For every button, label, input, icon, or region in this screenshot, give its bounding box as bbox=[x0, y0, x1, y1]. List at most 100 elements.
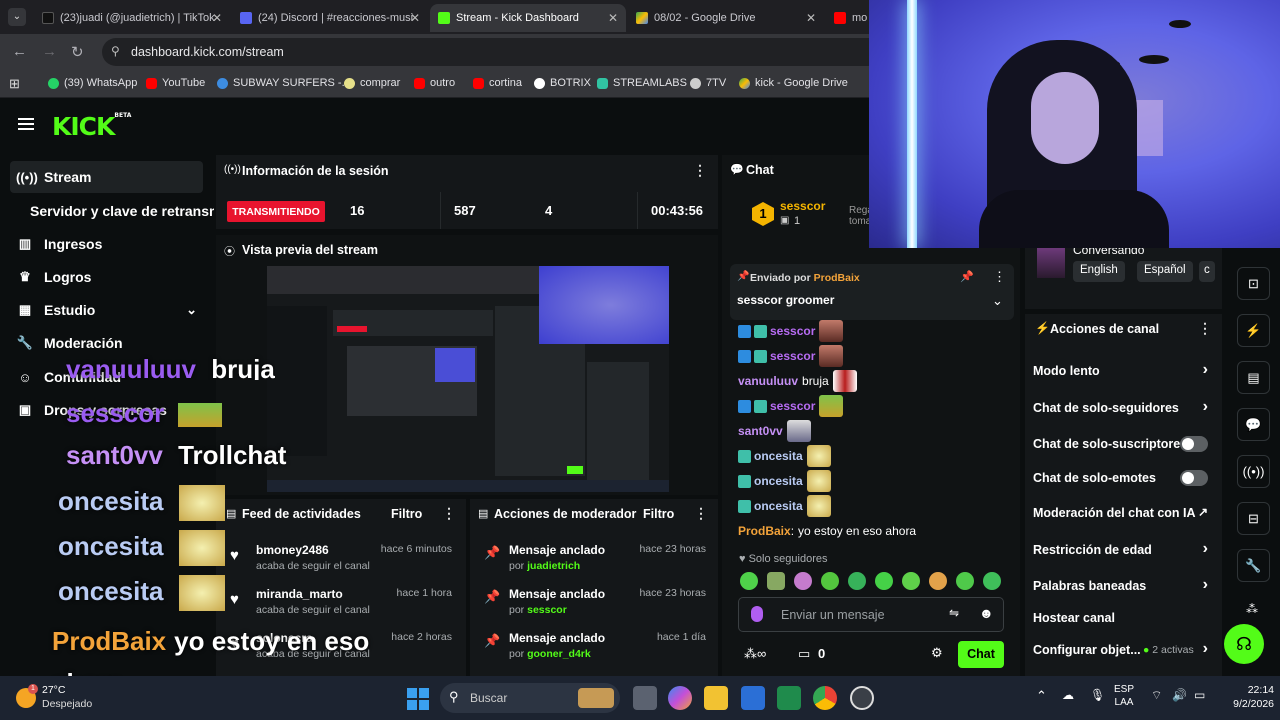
pinned-message[interactable]: 📌 Enviado por ProdBaix 📌 ⋮ sesscor groom… bbox=[730, 264, 1014, 320]
goals-action[interactable]: Configurar objet... ● 2 activas › bbox=[1033, 640, 1218, 657]
bookmark-kick-drive[interactable]: kick - Google Drive bbox=[739, 77, 848, 89]
apps-grid-icon[interactable]: ⊞ bbox=[9, 76, 20, 92]
tab-kick-dashboard[interactable]: Stream - Kick Dashboard ✕ bbox=[430, 4, 626, 32]
bookmark-youtube[interactable]: YouTube bbox=[146, 77, 205, 89]
layout-button[interactable]: ⊟ bbox=[1237, 502, 1270, 535]
slow-mode-action[interactable]: Modo lento › bbox=[1033, 361, 1218, 378]
reload-icon[interactable]: ↻ bbox=[71, 43, 84, 61]
language-tag-english[interactable]: English bbox=[1073, 261, 1125, 282]
translate-icon[interactable]: ⇋ bbox=[949, 606, 959, 620]
start-button[interactable] bbox=[407, 688, 429, 710]
host-channel-action[interactable]: Hostear canal bbox=[1033, 611, 1218, 625]
chat-message[interactable]: sant0vv bbox=[738, 420, 811, 442]
forward-icon[interactable]: → bbox=[42, 43, 57, 60]
banned-words-action[interactable]: Palabras baneadas › bbox=[1033, 576, 1218, 593]
back-icon[interactable]: ← bbox=[12, 43, 27, 60]
ai-moderation-action[interactable]: Moderación del chat con IA ↗ bbox=[1033, 505, 1218, 520]
excel-icon[interactable] bbox=[777, 686, 801, 710]
more-options-icon[interactable]: ⋮ bbox=[1198, 320, 1212, 337]
wifi-icon[interactable]: ⌔ bbox=[1151, 688, 1162, 703]
site-info-icon[interactable]: ⚲ bbox=[111, 44, 120, 58]
tray-mic-icon[interactable]: 🎙 bbox=[1090, 688, 1105, 702]
copilot-icon[interactable] bbox=[668, 686, 692, 710]
chat-message[interactable]: sesscor bbox=[738, 345, 844, 367]
close-icon[interactable]: ✕ bbox=[212, 11, 222, 25]
emote-6[interactable] bbox=[875, 572, 893, 590]
chat-user[interactable]: sesscor bbox=[770, 349, 815, 363]
file-explorer-icon[interactable] bbox=[704, 686, 728, 710]
bookmark-cortina[interactable]: cortina bbox=[473, 77, 522, 89]
chat-user[interactable]: sant0vv bbox=[738, 424, 783, 438]
close-icon[interactable]: ✕ bbox=[608, 11, 618, 25]
emote-3[interactable] bbox=[794, 572, 812, 590]
points-icon[interactable]: ⁂∞ bbox=[744, 646, 766, 662]
tab-youtube[interactable]: mo bbox=[826, 4, 870, 32]
feed-user[interactable]: miranda_marto bbox=[256, 587, 343, 601]
tab-discord[interactable]: (24) Discord | #reacciones-musi ✕ bbox=[232, 4, 428, 32]
sidebar-item-ingresos[interactable]: ▥ Ingresos bbox=[10, 228, 203, 260]
store-icon[interactable]: ▭ bbox=[798, 646, 810, 662]
sidebar-item-stream[interactable]: ((•)) Stream bbox=[10, 161, 203, 193]
bookmark-botrix[interactable]: BOTRIX bbox=[534, 77, 591, 89]
chat-button[interactable]: 💬 bbox=[1237, 408, 1270, 441]
emote-only-action[interactable]: Chat de solo-emotes bbox=[1033, 470, 1218, 486]
weather-widget[interactable]: 1 27°C Despejado bbox=[16, 684, 136, 714]
chat-message[interactable]: oncesita bbox=[738, 470, 831, 492]
tab-google-drive[interactable]: 08/02 - Google Drive ✕ bbox=[628, 4, 824, 32]
menu-icon[interactable] bbox=[18, 118, 34, 130]
chat-user[interactable]: oncesita bbox=[754, 474, 803, 488]
bookmark-outro[interactable]: outro bbox=[414, 77, 455, 89]
quick-actions-button[interactable]: ⚡ bbox=[1237, 314, 1270, 347]
chat-input[interactable]: Enviar un mensaje ⇋ ☻ bbox=[738, 597, 1004, 632]
mod-action-row[interactable]: 📌 Mensaje anclado por sesscor hace 23 ho… bbox=[480, 587, 710, 631]
tray-cloud-icon[interactable]: ☁ bbox=[1062, 688, 1074, 702]
volume-icon[interactable]: 🔊 bbox=[1172, 688, 1187, 702]
emote-8[interactable] bbox=[929, 572, 947, 590]
emote-only-toggle[interactable] bbox=[1180, 470, 1208, 486]
chat-user[interactable]: oncesita bbox=[754, 499, 803, 513]
chat-message[interactable]: vanuuluuv bruja bbox=[738, 370, 857, 392]
mod-action-row[interactable]: 📌 Mensaje anclado por juadietrich hace 2… bbox=[480, 543, 710, 587]
close-icon[interactable]: ✕ bbox=[806, 11, 816, 25]
bookmark-comprar[interactable]: comprar bbox=[344, 77, 400, 89]
chat-user[interactable]: vanuuluuv bbox=[738, 374, 798, 388]
mod-filter-button[interactable]: Filtro bbox=[643, 507, 674, 521]
followers-only-action[interactable]: Chat de solo-seguidores › bbox=[1033, 398, 1218, 415]
language-indicator[interactable]: ESP LAA bbox=[1114, 683, 1134, 709]
chat-message[interactable]: sesscor bbox=[738, 320, 844, 342]
emote-5[interactable] bbox=[848, 572, 866, 590]
tab-tiktok[interactable]: (23)juadi (@juadietrich) | TikTok ✕ bbox=[34, 4, 230, 32]
close-icon[interactable]: ✕ bbox=[410, 11, 420, 25]
bookmark-7tv[interactable]: 7TV bbox=[690, 77, 726, 89]
chat-message[interactable]: oncesita bbox=[738, 445, 831, 467]
task-view-icon[interactable] bbox=[633, 686, 657, 710]
broadcast-button[interactable]: ((•)) bbox=[1237, 455, 1270, 488]
bookmark-subway[interactable]: SUBWAY SURFERS -... bbox=[217, 77, 351, 89]
language-tag-more[interactable]: c bbox=[1199, 261, 1215, 282]
kick-logo[interactable]: KICKBETA bbox=[52, 112, 131, 141]
subscribers-only-toggle[interactable] bbox=[1180, 436, 1208, 452]
chevron-down-icon[interactable]: ⌄ bbox=[992, 293, 1003, 309]
word-icon[interactable] bbox=[741, 686, 765, 710]
chat-message[interactable]: ProdBaix: yo estoy en eso ahora bbox=[738, 520, 916, 542]
mod-user-link[interactable]: sesscor bbox=[527, 604, 567, 616]
subscribers-only-action[interactable]: Chat de solo-suscriptores bbox=[1033, 436, 1218, 452]
url-field[interactable]: ⚲ dashboard.kick.com/stream bbox=[102, 38, 882, 66]
support-button[interactable]: ☊ bbox=[1224, 624, 1264, 664]
clock[interactable]: 22:14 9/2/2026 bbox=[1220, 683, 1274, 711]
mod-user-link[interactable]: gooner_d4rk bbox=[527, 648, 591, 660]
emote-2[interactable] bbox=[767, 572, 785, 590]
taskbar-search[interactable]: ⚲ Buscar bbox=[440, 683, 620, 713]
sidebar-item-logros[interactable]: ♛ Logros bbox=[10, 261, 203, 293]
more-options-icon[interactable]: ⋮ bbox=[693, 162, 707, 179]
obs-icon[interactable] bbox=[850, 686, 874, 710]
language-tag-espanol[interactable]: Español bbox=[1137, 261, 1193, 282]
emote-7[interactable] bbox=[902, 572, 920, 590]
age-restriction-action[interactable]: Restricción de edad › bbox=[1033, 540, 1218, 557]
stream-preview-video[interactable] bbox=[267, 266, 669, 492]
sidebar-item-estudio[interactable]: ▦ Estudio ⌄ bbox=[10, 294, 203, 326]
emote-10[interactable] bbox=[983, 572, 1001, 590]
top-gifter[interactable]: 1 sesscor ▣ 1 bbox=[752, 199, 862, 231]
settings-icon[interactable]: ⚙ bbox=[931, 645, 943, 661]
tab-search-icon[interactable]: ⌄ bbox=[8, 8, 26, 26]
